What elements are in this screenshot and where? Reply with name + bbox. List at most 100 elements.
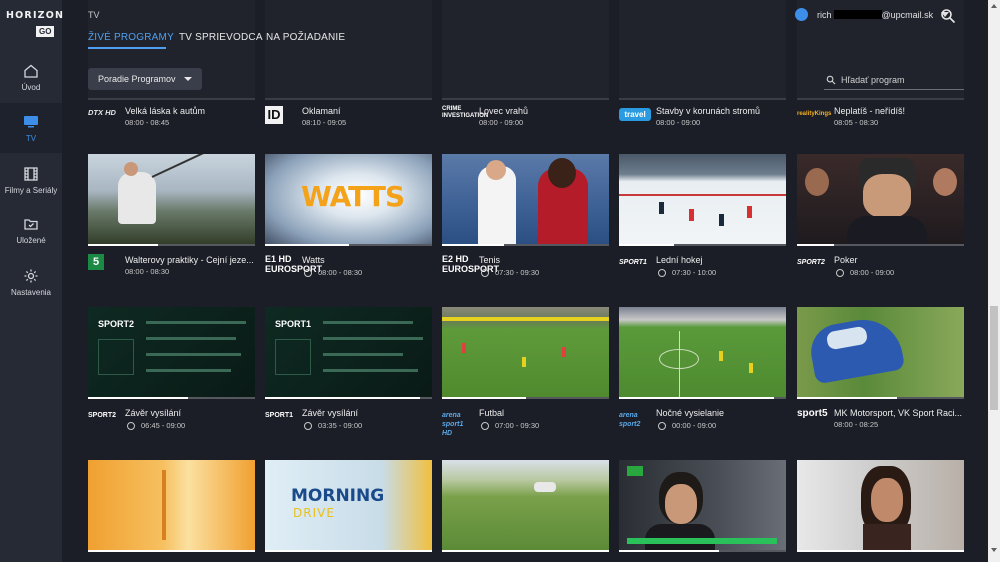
progress-bar — [265, 397, 421, 399]
progress-bar — [619, 550, 720, 552]
program-thumbnail[interactable]: SPORT1 — [265, 307, 432, 399]
program-time: 08:00 - 09:00 — [836, 268, 894, 277]
program-title: MK Motorsport, VK Sport Raci... — [834, 408, 963, 418]
channel-logo-arena-sport2: arena sport2 — [619, 412, 641, 428]
program-title: Lední hokej — [656, 255, 703, 265]
logo-text: HORIZON — [6, 10, 65, 21]
program-time: 00:00 - 09:00 — [658, 421, 716, 430]
program-thumbnail[interactable]: MORNING DRIVE — [265, 460, 432, 552]
channel-logo-sport2: SPORT2 — [797, 259, 825, 266]
channel-logo-id: ID — [265, 106, 283, 124]
channel-logo-eurosport2: E2 HD EUROSPORT — [442, 254, 500, 274]
program-thumbnail[interactable] — [797, 460, 964, 552]
program-title: Walterovy praktiky - Cejní jeze... — [125, 255, 254, 265]
progress-bar — [619, 244, 675, 246]
user-avatar-icon — [795, 8, 808, 21]
sidebar-item-settings[interactable]: Nastavenia — [0, 257, 62, 307]
sidebar-item-label: Nastavenia — [10, 287, 52, 297]
clock-icon — [481, 268, 489, 277]
program-time: 03:35 - 09:00 — [304, 421, 362, 430]
scroll-up-icon[interactable] — [991, 4, 997, 8]
progress-bar — [265, 550, 432, 552]
channel-logo-travel: travel — [619, 108, 651, 121]
tab-tv-guide[interactable]: TV SPRIEVODCA — [179, 32, 263, 43]
program-thumbnail[interactable]: WATTS — [265, 154, 432, 246]
progress-bar — [442, 397, 526, 399]
scroll-down-icon[interactable] — [991, 548, 997, 552]
program-title: Neplatíš - neřídíš! — [834, 106, 906, 116]
sidebar-item-label: Filmy a Seriály — [4, 185, 58, 195]
active-tab-indicator — [88, 47, 166, 49]
user-email-suffix: @upcmail.sk — [881, 9, 934, 20]
channel-logo-arena-sport1: arena sport1 HD — [442, 412, 464, 437]
program-title: Lovec vrahů — [479, 106, 529, 116]
sort-dropdown[interactable]: Poradie Programov — [88, 68, 202, 90]
progress-bar — [797, 397, 898, 399]
search-icon[interactable] — [940, 8, 956, 24]
program-time: 08:05 - 08:30 — [834, 118, 879, 127]
program-title: Watts — [302, 255, 325, 265]
clock-icon — [836, 268, 844, 277]
program-thumbnail[interactable] — [619, 307, 786, 399]
channel-logo-crime: CRIME INVESTIGATION — [442, 106, 489, 119]
redacted-block — [833, 10, 882, 19]
program-title: Velká láska k autům — [125, 106, 206, 116]
sidebar-item-label: Uložené — [16, 235, 46, 245]
program-time: 08:00 - 09:00 — [656, 118, 701, 127]
program-time: 08:00 - 08:45 — [125, 118, 170, 127]
program-search[interactable] — [824, 70, 964, 90]
progress-bar — [619, 397, 775, 399]
program-thumbnail[interactable] — [88, 460, 255, 552]
program-title: Oklamaní — [302, 106, 341, 116]
user-menu[interactable]: rich @upcmail.sk — [795, 8, 950, 21]
program-search-input[interactable] — [841, 74, 961, 85]
sort-dropdown-label: Poradie Programov — [98, 74, 176, 84]
channel-logo-sport1: SPORT1 — [265, 412, 294, 419]
channel-logo-sport1: SPORT1 — [619, 259, 647, 266]
saved-icon — [24, 218, 38, 230]
program-title: Poker — [834, 255, 858, 265]
channel-logo-5: 5 — [88, 254, 104, 270]
horizon-go-logo[interactable]: HORIZON GO — [6, 10, 65, 42]
clock-icon — [481, 421, 489, 430]
breadcrumb: TV — [88, 10, 100, 20]
program-title: Tenis — [479, 255, 501, 265]
clock-icon — [304, 268, 312, 277]
sidebar: HORIZON GO Úvod TV Filmy a Seriály Ulože… — [0, 0, 65, 562]
home-icon — [24, 64, 38, 78]
channel-logo-eurosport1: E1 HD EUROSPORT — [265, 254, 323, 274]
tab-live-programs[interactable]: ŽIVÉ PROGRAMY — [88, 32, 174, 43]
scrollbar[interactable] — [988, 0, 1000, 562]
program-thumbnail[interactable] — [797, 307, 964, 399]
program-thumbnail[interactable] — [619, 154, 786, 246]
program-thumbnail[interactable] — [442, 154, 609, 246]
program-thumbnail[interactable] — [442, 307, 609, 399]
thumbnail-ghost — [265, 0, 432, 100]
program-thumbnail[interactable] — [442, 460, 609, 552]
tv-icon — [24, 115, 38, 127]
scrollbar-thumb[interactable] — [990, 306, 998, 410]
program-thumbnail[interactable] — [619, 460, 786, 552]
gear-icon — [24, 269, 38, 282]
sidebar-item-home[interactable]: Úvod — [0, 52, 62, 102]
program-time: 08:10 - 09:05 — [302, 118, 347, 127]
program-thumbnail[interactable] — [88, 154, 255, 246]
program-thumbnail[interactable]: SPORT2 — [88, 307, 255, 399]
sidebar-item-saved[interactable]: Uložené — [0, 205, 62, 255]
progress-bar — [88, 550, 255, 552]
program-thumbnail[interactable] — [797, 154, 964, 246]
program-time: 07:30 - 09:30 — [481, 268, 539, 277]
tab-on-demand[interactable]: NA POŽIADANIE — [266, 32, 345, 43]
channel-logo-reality: realityKings — [797, 111, 832, 117]
program-time: 07:00 - 09:30 — [481, 421, 539, 430]
program-title: Futbal — [479, 408, 505, 418]
program-title: Závěr vysílání — [302, 408, 359, 418]
progress-bar — [265, 244, 349, 246]
program-time: 08:00 - 08:25 — [834, 420, 879, 429]
channel-logo-dtx: DTX HD — [88, 108, 116, 117]
sidebar-item-tv[interactable]: TV — [0, 103, 62, 153]
clock-icon — [304, 421, 312, 430]
thumbnail-ghost — [442, 0, 609, 100]
channel-logo-sport2: SPORT2 — [88, 412, 117, 419]
sidebar-item-movies-series[interactable]: Filmy a Seriály — [0, 155, 62, 205]
